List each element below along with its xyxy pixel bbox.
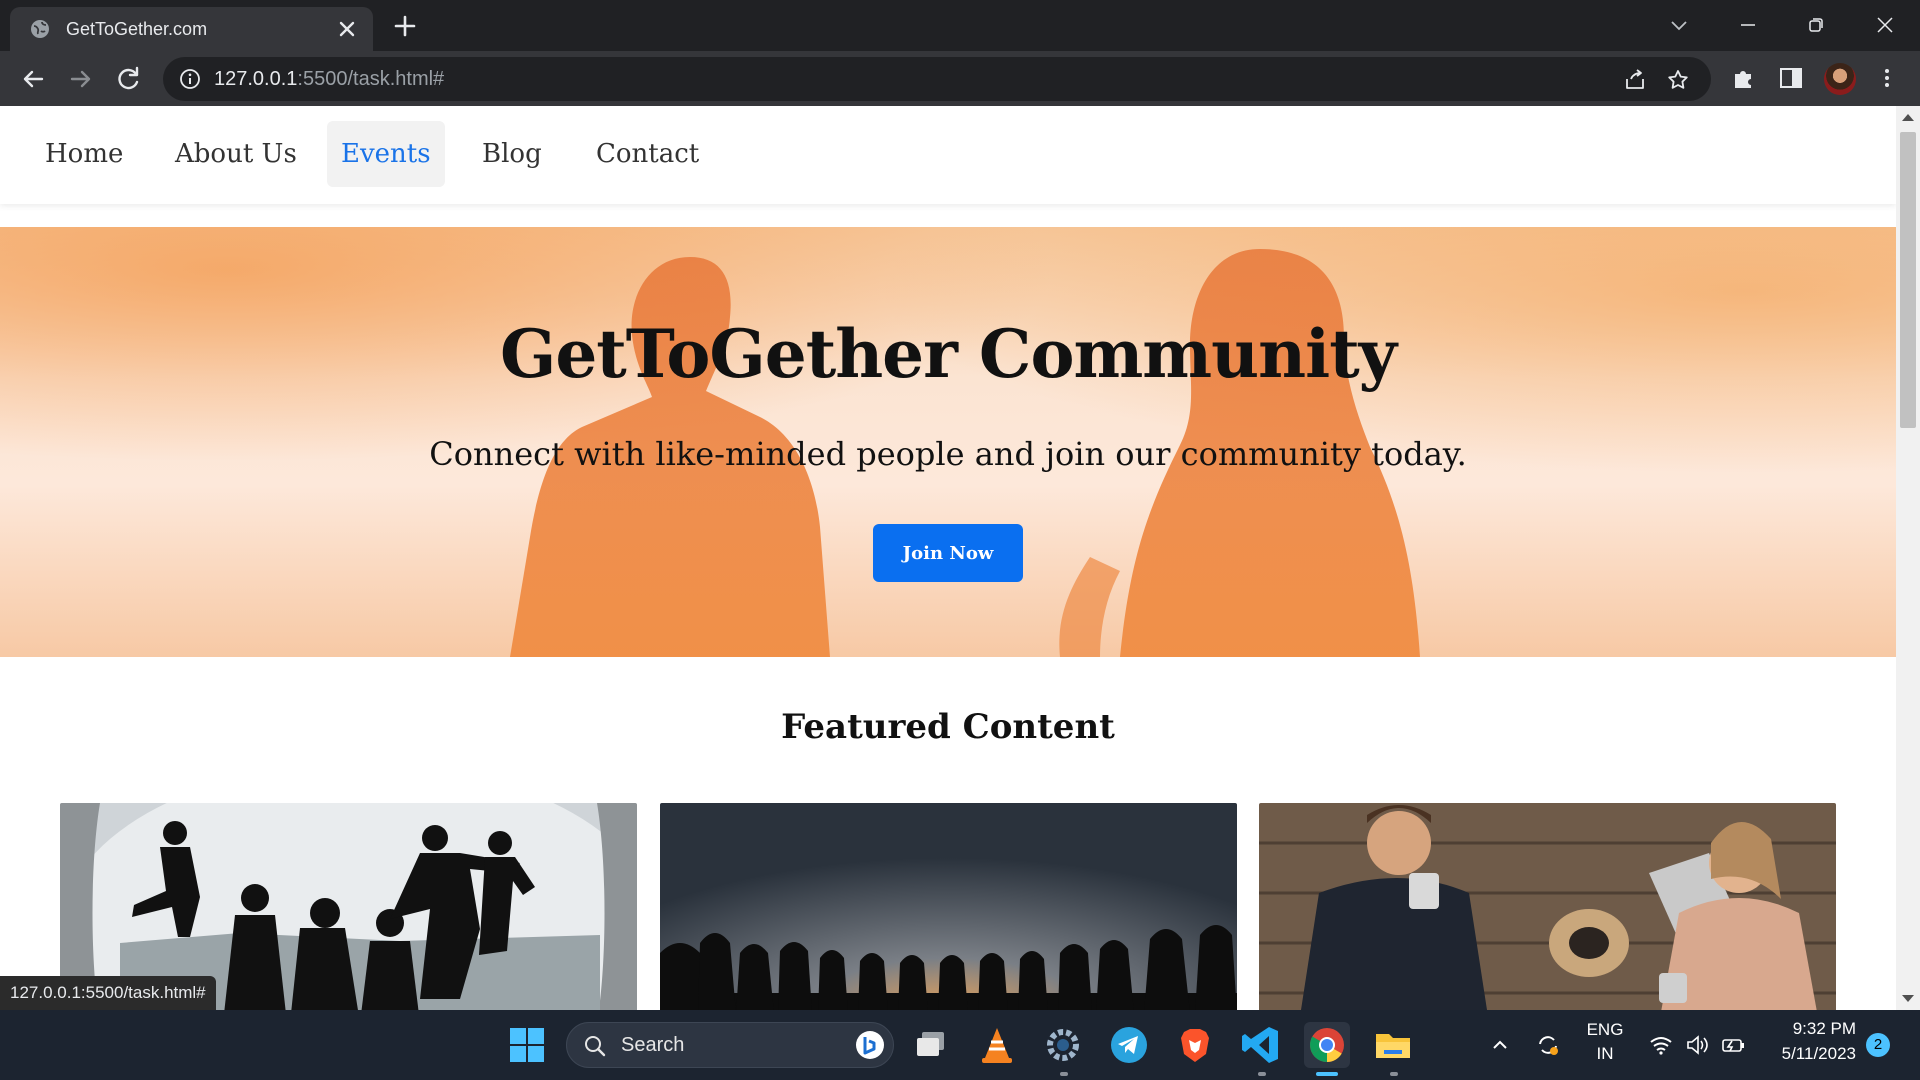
site-navbar: Home About Us Events Blog Contact: [0, 106, 1896, 204]
vlc-cone-icon: [982, 1028, 1012, 1063]
page-viewport: Home About Us Events Blog Contact GetToG…: [0, 106, 1920, 1010]
nav-home[interactable]: Home: [31, 121, 137, 187]
taskbar-telegram[interactable]: [1106, 1022, 1152, 1068]
windows-taskbar: Search ENG IN 9:32 PM 5/11/2023 2: [0, 1010, 1920, 1080]
tab-title: GetToGether.com: [66, 19, 208, 39]
windows-logo-icon: [510, 1028, 544, 1062]
scrollbar-thumb[interactable]: [1900, 132, 1916, 428]
folder-icon: [1376, 1034, 1410, 1058]
clock-time[interactable]: 9:32 PM: [1760, 1019, 1856, 1039]
forward-arrow-icon[interactable]: [66, 64, 96, 94]
featured-content-heading: Featured Content: [781, 707, 1115, 747]
taskbar-chrome[interactable]: [1304, 1022, 1350, 1068]
input-region[interactable]: IN: [1580, 1044, 1630, 1064]
show-hidden-icons-chevron-icon[interactable]: [1487, 1032, 1513, 1058]
link-status-bubble: 127.0.0.1:5500/task.html#: [0, 976, 216, 1010]
nav-blog[interactable]: Blog: [468, 121, 556, 187]
nav-events[interactable]: Events: [327, 121, 445, 187]
clock-date[interactable]: 5/11/2023: [1760, 1044, 1856, 1064]
address-bar[interactable]: 127.0.0.1:5500/task.html#: [163, 57, 1711, 101]
hero-title: GetToGether Community: [499, 315, 1397, 393]
chrome-active-indicator: [1316, 1072, 1338, 1076]
search-label: Search: [621, 1034, 685, 1056]
crowd-sunset-photo: [660, 803, 1237, 1010]
nav-contact[interactable]: Contact: [582, 121, 713, 187]
browser-tab-bar: GetToGether.com: [0, 0, 1920, 51]
profile-avatar[interactable]: [1824, 63, 1856, 95]
notification-count-badge[interactable]: 2: [1866, 1033, 1890, 1057]
chrome-icon: [1310, 1028, 1344, 1062]
brave-lion-icon: [1181, 1029, 1209, 1062]
site-info-icon[interactable]: [179, 68, 201, 90]
explorer-running-indicator: [1390, 1072, 1398, 1076]
restore-icon[interactable]: [1801, 10, 1831, 40]
side-panel-icon[interactable]: [1778, 65, 1804, 91]
taskbar-brave[interactable]: [1172, 1022, 1218, 1068]
kebab-menu-icon[interactable]: [1874, 65, 1900, 91]
input-language[interactable]: ENG: [1580, 1020, 1630, 1040]
address-url: 127.0.0.1:5500/task.html#: [214, 57, 444, 101]
hero-banner: GetToGether Community Connect with like-…: [0, 227, 1896, 657]
browser-tab[interactable]: GetToGether.com: [10, 7, 373, 51]
bookmark-star-icon[interactable]: [1666, 68, 1690, 92]
bing-chat-icon[interactable]: [855, 1030, 885, 1060]
search-icon: [585, 1036, 606, 1057]
couple-with-pug-photo: [1259, 803, 1836, 1010]
task-view-button[interactable]: [908, 1022, 954, 1068]
taskbar-vscode[interactable]: [1238, 1022, 1284, 1068]
extensions-puzzle-icon[interactable]: [1731, 65, 1757, 91]
browser-toolbar: 127.0.0.1:5500/task.html#: [0, 51, 1920, 106]
back-arrow-icon[interactable]: [18, 64, 48, 94]
globe-icon: [31, 20, 49, 38]
sync-icon[interactable]: [1535, 1032, 1561, 1058]
join-now-button[interactable]: Join Now: [873, 524, 1023, 582]
url-host: 127.0.0.1: [214, 68, 298, 90]
settings-running-indicator: [1060, 1072, 1068, 1076]
url-path: :5500/task.html#: [297, 68, 445, 90]
close-window-icon[interactable]: [1870, 10, 1900, 40]
featured-card-3[interactable]: [1259, 803, 1836, 1010]
reload-icon[interactable]: [114, 64, 144, 94]
windows-start-button[interactable]: [504, 1022, 550, 1068]
new-tab-icon[interactable]: [392, 13, 418, 39]
minimize-icon[interactable]: [1733, 10, 1763, 40]
tab-search-chevron-icon[interactable]: [1664, 10, 1694, 40]
vscode-running-indicator: [1258, 1072, 1266, 1076]
wifi-icon[interactable]: [1648, 1032, 1674, 1058]
scroll-down-arrow-icon[interactable]: [1902, 995, 1914, 1002]
taskbar-settings[interactable]: [1040, 1022, 1086, 1068]
taskbar-file-explorer[interactable]: [1370, 1022, 1416, 1068]
vscode-icon: [1242, 1027, 1278, 1063]
close-tab-icon[interactable]: [335, 17, 359, 41]
taskbar-search-box[interactable]: Search: [566, 1022, 894, 1068]
hero-subtitle: Connect with like-minded people and join…: [429, 435, 1467, 473]
battery-charging-icon[interactable]: [1720, 1032, 1746, 1058]
settings-gear-icon: [1047, 1029, 1079, 1061]
volume-icon[interactable]: [1684, 1032, 1710, 1058]
page-scrollbar[interactable]: [1896, 106, 1920, 1010]
taskbar-vlc[interactable]: [974, 1022, 1020, 1068]
share-icon[interactable]: [1623, 68, 1647, 92]
featured-card-2[interactable]: [660, 803, 1237, 1010]
nav-about-us[interactable]: About Us: [161, 121, 311, 187]
telegram-icon: [1111, 1027, 1147, 1063]
scroll-up-arrow-icon[interactable]: [1902, 114, 1914, 121]
task-view-icon: [917, 1032, 944, 1056]
